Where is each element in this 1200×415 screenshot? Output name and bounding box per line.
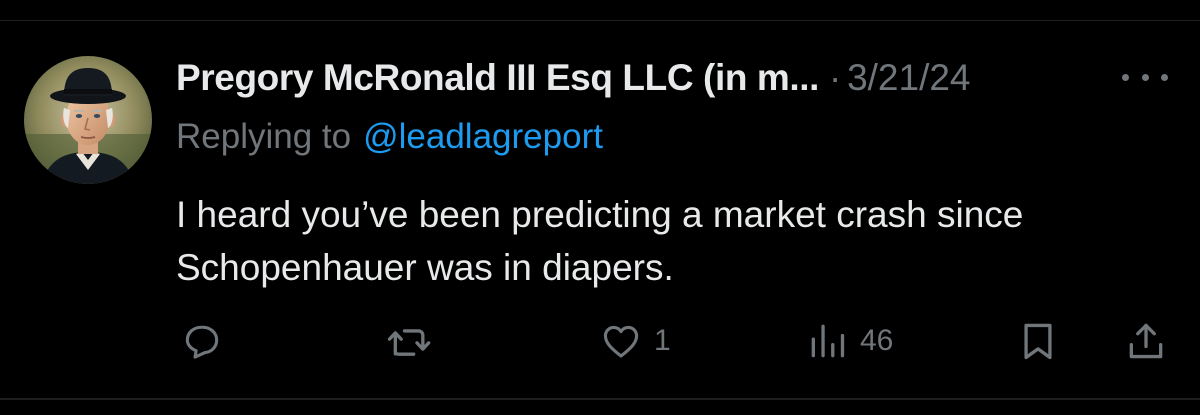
top-divider xyxy=(0,20,1200,21)
tweet-text-line: Schopenhauer was in diapers. xyxy=(176,247,674,288)
tweet-text: I heard you’ve been predicting a market … xyxy=(176,188,1186,294)
avatar-portrait-image xyxy=(24,56,152,184)
tweet-header: Pregory McRonald III Esq LLC (in m... · … xyxy=(176,52,1176,104)
heart-icon xyxy=(603,325,639,358)
reply-button[interactable] xyxy=(180,318,234,364)
views-bar-chart-icon xyxy=(811,324,845,358)
repost-button[interactable] xyxy=(386,318,444,364)
tweet-text-line: I heard you’ve been predicting a market … xyxy=(176,194,1024,235)
author-display-name[interactable]: Pregory McRonald III Esq LLC (in m... xyxy=(176,57,819,99)
repost-icon xyxy=(387,329,431,356)
more-horizontal-icon[interactable] xyxy=(1122,62,1168,92)
post-timestamp[interactable]: 3/21/24 xyxy=(847,57,970,99)
tweet-card: Pregory McRonald III Esq LLC (in m... · … xyxy=(0,0,1200,415)
bookmark-icon xyxy=(1024,323,1052,360)
replying-to-line: Replying to @leadlagreport xyxy=(176,112,603,162)
reply-icon xyxy=(185,325,219,359)
avatar[interactable] xyxy=(24,56,152,184)
share-button[interactable] xyxy=(1124,318,1168,364)
reply-handle-link[interactable]: @leadlagreport xyxy=(363,117,603,157)
views-button[interactable]: 46 xyxy=(806,318,893,364)
like-button[interactable]: 1 xyxy=(598,318,671,364)
share-icon xyxy=(1129,323,1163,359)
header-separator: · xyxy=(829,57,842,98)
bottom-divider xyxy=(0,398,1200,400)
replying-to-label: Replying to xyxy=(176,117,352,156)
bookmark-button[interactable] xyxy=(1016,318,1060,364)
like-count: 1 xyxy=(654,324,671,357)
views-count: 46 xyxy=(860,324,894,357)
